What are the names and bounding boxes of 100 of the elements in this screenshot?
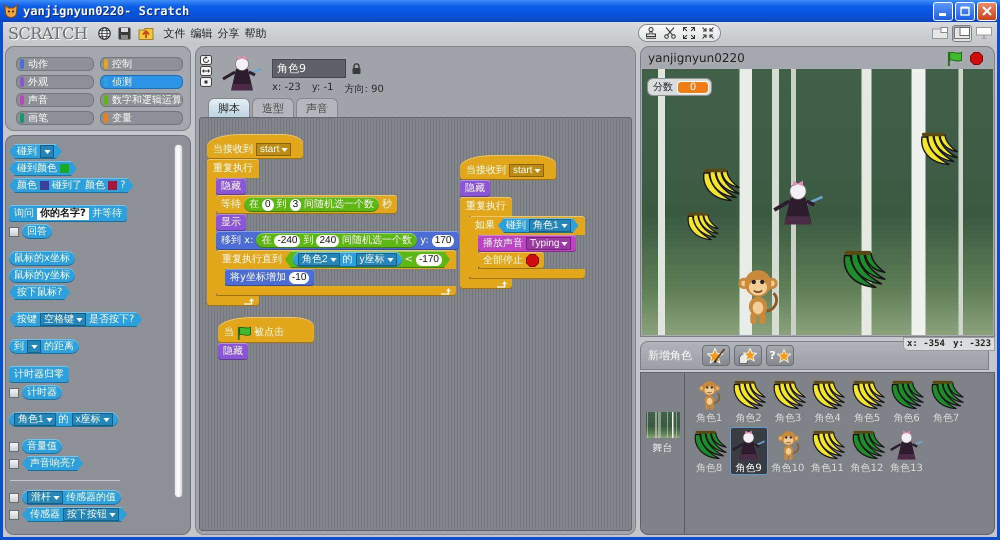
- number-input[interactable]: -240: [274, 234, 300, 246]
- stage-button[interactable]: 舞台: [646, 412, 680, 455]
- dropdown-input[interactable]: x座标: [72, 413, 113, 426]
- menu-item[interactable]: 文件: [163, 26, 186, 40]
- boolean-block[interactable]: 角色2 的 y座标 < -170: [285, 251, 450, 268]
- checkbox[interactable]: [9, 442, 19, 452]
- dropdown-input[interactable]: 角色1: [529, 219, 571, 232]
- sprite-tile[interactable]: 角色13: [888, 427, 926, 475]
- upload-icon[interactable]: [138, 26, 154, 40]
- dropdown-input[interactable]: [27, 340, 41, 353]
- stamp-icon[interactable]: [645, 27, 657, 39]
- command-block[interactable]: 隐藏: [218, 343, 248, 360]
- number-input[interactable]: 240: [316, 234, 340, 246]
- dropdown-input[interactable]: Typing: [526, 237, 572, 250]
- import-sprite-button[interactable]: [734, 345, 762, 366]
- category-button[interactable]: 画笔: [16, 111, 94, 125]
- boolean-block[interactable]: 碰到颜色: [9, 161, 77, 176]
- scrollbar[interactable]: [174, 144, 183, 498]
- random-sprite-button[interactable]: ?: [766, 345, 794, 366]
- presentation-mode-button[interactable]: [974, 24, 994, 42]
- category-button[interactable]: 外观: [16, 75, 94, 89]
- command-block[interactable]: 计时器归零: [9, 366, 69, 383]
- scissors-icon[interactable]: [664, 27, 676, 39]
- number-input[interactable]: 170: [432, 234, 454, 246]
- maximize-button[interactable]: [955, 2, 975, 20]
- hat-block[interactable]: 当 被点击: [218, 317, 314, 343]
- checkbox[interactable]: [9, 226, 19, 236]
- command-block[interactable]: 隐藏: [216, 178, 246, 195]
- tab[interactable]: 脚本: [208, 98, 250, 117]
- boolean-block[interactable]: 声音响亮?: [22, 456, 84, 471]
- boolean-block[interactable]: 按下鼠标?: [9, 285, 70, 300]
- number-input[interactable]: -170: [416, 254, 442, 266]
- sprite-tile[interactable]: 角色6: [888, 377, 926, 425]
- boolean-block[interactable]: 按键 空格键 是否按下?: [9, 312, 142, 327]
- normal-stage-button[interactable]: [952, 24, 972, 42]
- sprite-tile[interactable]: 角色11: [808, 427, 846, 475]
- hat-block[interactable]: 当接收到 start: [207, 134, 303, 159]
- name-field[interactable]: 角色9: [272, 59, 346, 78]
- category-button[interactable]: 控制: [100, 57, 183, 71]
- category-button[interactable]: 变量: [100, 111, 183, 125]
- color-swatch-icon[interactable]: [60, 164, 69, 173]
- command-block[interactable]: 移到 x: 在 -240 到 240 间随机选一个数 y: 170: [216, 231, 460, 250]
- command-block[interactable]: 等待 在 0 到 3 间随机选一个数 秒: [216, 195, 398, 214]
- category-button[interactable]: 侦测: [100, 75, 183, 89]
- checkbox[interactable]: [9, 458, 19, 468]
- dropdown-input[interactable]: 空格键: [40, 313, 86, 326]
- lock-icon[interactable]: [352, 63, 361, 74]
- dropdown-input[interactable]: start: [256, 143, 292, 156]
- checkbox[interactable]: [9, 510, 19, 520]
- checkbox[interactable]: [9, 388, 19, 398]
- number-input[interactable]: -10: [288, 272, 310, 284]
- close-button[interactable]: [977, 2, 997, 20]
- loop-block[interactable]: 重复执行直到 角色2 的 y座标 < -170 将y坐标增加 -10: [216, 250, 456, 296]
- grow-icon[interactable]: [683, 27, 695, 39]
- boolean-block[interactable]: 碰到: [9, 144, 62, 159]
- command-block[interactable]: 询问 你的名字? 并等待: [9, 205, 127, 222]
- reporter-block[interactable]: 回答: [22, 224, 52, 239]
- shrink-icon[interactable]: [702, 27, 714, 39]
- reporter-block[interactable]: 滑杆 传感器的值: [22, 490, 121, 505]
- color-swatch-icon[interactable]: [108, 181, 118, 190]
- boolean-block[interactable]: 碰到 角色1: [498, 218, 579, 233]
- reporter-block[interactable]: 鼠标的y坐标: [9, 268, 75, 283]
- menu-item[interactable]: 分享: [217, 26, 240, 40]
- sprite-tile[interactable]: 角色2: [730, 377, 768, 425]
- number-input[interactable]: 0: [262, 198, 274, 210]
- globe-icon[interactable]: [98, 26, 112, 40]
- small-stage-button[interactable]: [930, 24, 950, 42]
- boolean-block[interactable]: 传感器 按下按钮: [22, 507, 127, 522]
- sprite-tile[interactable]: 角色8: [690, 427, 728, 475]
- rotate-icon[interactable]: [200, 55, 212, 65]
- dropdown-input[interactable]: 角色2: [298, 253, 340, 266]
- dropdown-input[interactable]: [40, 145, 54, 158]
- tab[interactable]: 声音: [296, 98, 338, 117]
- number-input[interactable]: 3: [290, 198, 302, 210]
- category-button[interactable]: 动作: [16, 57, 94, 71]
- checkbox[interactable]: [9, 492, 19, 502]
- reporter-block[interactable]: 到 的距离: [9, 339, 79, 354]
- sprite-tile[interactable]: 角色9: [730, 427, 768, 475]
- sprite-tile[interactable]: 角色1: [690, 377, 728, 425]
- stop-icon[interactable]: [970, 52, 983, 64]
- loop-block[interactable]: 重复执行 如果 碰到 角色1 播放声音 Typing 全部停止: [460, 197, 585, 289]
- sprite-tile[interactable]: 角色7: [927, 377, 965, 425]
- hat-block[interactable]: 当接收到 start: [460, 155, 556, 180]
- menu-item[interactable]: 编辑: [190, 26, 212, 40]
- reporter-block[interactable]: 在 -240 到 240 间随机选一个数: [256, 233, 418, 248]
- reporter-block[interactable]: 音量值: [22, 439, 62, 454]
- command-block[interactable]: 隐藏: [460, 180, 490, 197]
- sprite-tile[interactable]: 角色12: [848, 427, 886, 475]
- no-rotate-icon[interactable]: [200, 77, 212, 87]
- dropdown-input[interactable]: 滑杆: [27, 491, 63, 504]
- category-button[interactable]: 数字和逻辑运算: [100, 93, 183, 107]
- sprite-tile[interactable]: 角色3: [769, 377, 807, 425]
- sprite-tile[interactable]: 角色4: [808, 377, 846, 425]
- reporter-block[interactable]: 鼠标的x坐标: [9, 251, 75, 266]
- reporter-block[interactable]: 角色2 的 y座标: [293, 252, 402, 267]
- sprite-tile[interactable]: 角色10: [769, 427, 807, 475]
- reporter-block[interactable]: 角色1 的 x座标: [9, 412, 118, 427]
- dropdown-input[interactable]: 按下按钮: [63, 508, 119, 521]
- boolean-block[interactable]: 颜色 碰到了 颜色 ?: [9, 178, 134, 193]
- reporter-block[interactable]: 计时器: [22, 385, 62, 400]
